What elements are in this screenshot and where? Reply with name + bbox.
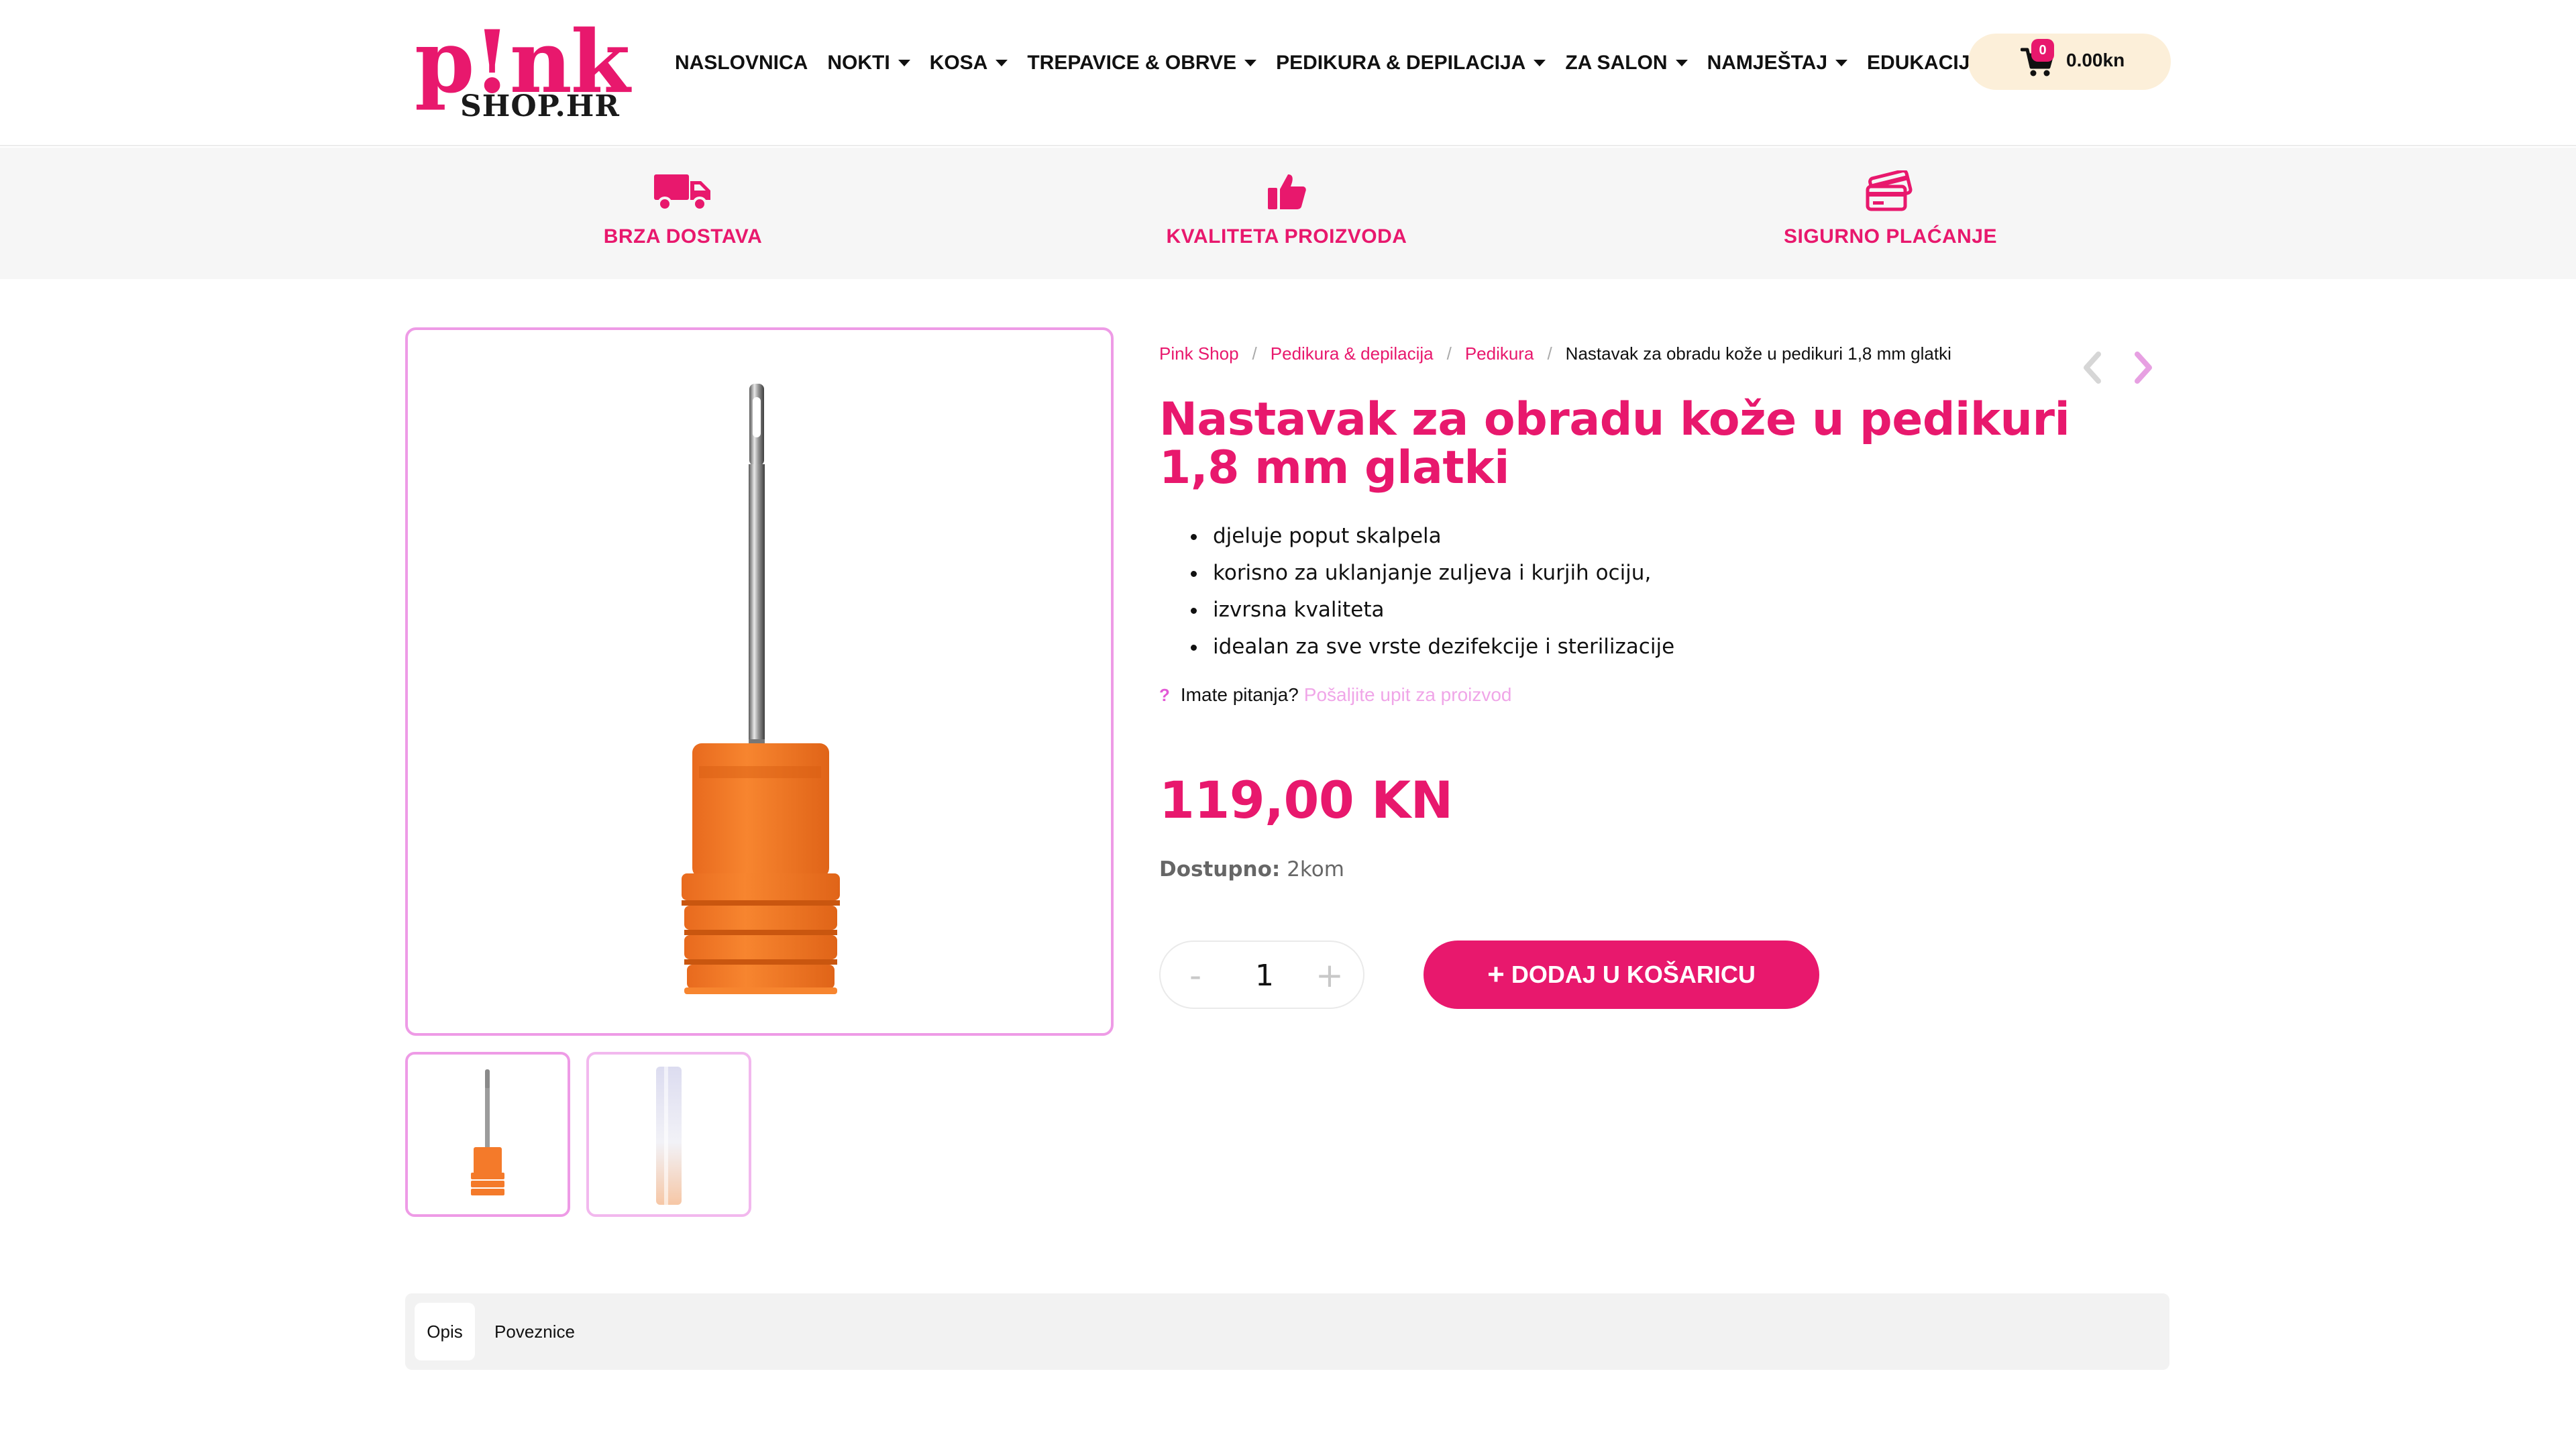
nail-drill-bit-image <box>682 384 840 994</box>
nav-item-label: KOSA <box>929 52 988 74</box>
nav-item-kosa[interactable]: KOSA <box>930 52 1008 74</box>
cart-total: 0.00kn <box>2066 50 2125 70</box>
inquiry-label: Imate pitanja? <box>1180 684 1299 705</box>
breadcrumb-separator: / <box>1252 343 1257 364</box>
truck-icon <box>654 174 710 211</box>
inquiry-link[interactable]: Pošaljite upit za proizvod <box>1304 684 1512 706</box>
product-title: Nastavak za obradu kože u pedikuri 1,8 m… <box>1159 393 2070 494</box>
nav-item-label: EDUKACIJE <box>1867 52 1984 74</box>
feature-label: KVALITETA PROIZVODA <box>1166 225 1407 248</box>
product-pager <box>2080 349 2156 386</box>
tab-description[interactable]: Opis <box>415 1303 475 1360</box>
product-main-image[interactable] <box>405 327 1114 1036</box>
increase-quantity-button[interactable]: + <box>1309 954 1350 997</box>
quantity-stepper: - + <box>1159 941 1364 1009</box>
product-inquiry: ? Imate pitanja? Pošaljite upit za proiz… <box>1159 684 1512 706</box>
credit-cards-icon <box>1866 170 1913 211</box>
stock-value: 2kom <box>1287 857 1344 881</box>
plus-icon: + <box>1487 958 1505 991</box>
breadcrumb-separator: / <box>1446 343 1452 364</box>
caret-down-icon <box>1835 60 1848 66</box>
tab-label: Poveznice <box>494 1321 575 1342</box>
nav-item-pedikura-depilacija[interactable]: PEDIKURA & DEPILACIJA <box>1276 52 1546 74</box>
cart-button[interactable]: 0 0.00kn <box>1968 34 2171 90</box>
list-item: djeluje poput skalpela <box>1208 518 1674 555</box>
features-strip: BRZA DOSTAVA KVALITETA PROIZVODA SIGURNO… <box>0 148 2576 279</box>
feature-label: BRZA DOSTAVA <box>603 225 763 248</box>
nav-item-naslovnica[interactable]: NASLOVNICA <box>675 52 808 74</box>
thumbs-up-icon <box>1268 174 1306 209</box>
breadcrumb-link-home[interactable]: Pink Shop <box>1159 343 1239 364</box>
tab-links[interactable]: Poveznice <box>484 1303 585 1360</box>
list-item: korisno za uklanjanje zuljeva i kurjih o… <box>1208 555 1674 592</box>
caret-down-icon <box>898 60 910 66</box>
feature-secure-payment: SIGURNO PLAĆANJE <box>1756 170 2025 248</box>
nav-item-label: PEDIKURA & DEPILACIJA <box>1276 52 1526 74</box>
next-product-icon[interactable] <box>2129 349 2156 386</box>
cart-count-badge: 0 <box>2031 39 2054 62</box>
caret-down-icon <box>1534 60 1546 66</box>
previous-product-icon[interactable] <box>2080 349 2106 386</box>
feature-fast-delivery: BRZA DOSTAVA <box>549 170 817 248</box>
caret-down-icon <box>1675 60 1688 66</box>
tab-label: Opis <box>427 1321 463 1342</box>
feature-product-quality: KVALITETA PROIZVODA <box>1152 170 1421 248</box>
breadcrumb: Pink Shop / Pedikura & depilacija / Pedi… <box>1159 343 1951 364</box>
add-to-cart-label: DODAJ U KOŠARICU <box>1511 961 1756 988</box>
breadcrumb-current: Nastavak za obradu kože u pedikuri 1,8 m… <box>1565 343 1951 364</box>
nav-item-label: TREPAVICE & OBRVE <box>1027 52 1237 74</box>
product-thumbnail-1[interactable] <box>405 1052 570 1217</box>
nav-item-label: NOKTI <box>827 52 890 74</box>
logo-subtitle: SHOP.HR <box>460 89 620 123</box>
list-item: izvrsna kvaliteta <box>1208 592 1674 629</box>
nail-drill-bit-thumbnail <box>471 1069 504 1195</box>
feature-label: SIGURNO PLAĆANJE <box>1783 225 1998 248</box>
stock-info: Dostupno: 2kom <box>1159 857 1344 881</box>
nav-item-nokti[interactable]: NOKTI <box>827 52 910 74</box>
stock-label: Dostupno: <box>1159 857 1281 881</box>
nav-item-label: ZA SALON <box>1565 52 1668 74</box>
decrease-quantity-button[interactable]: - <box>1175 954 1216 997</box>
breadcrumb-link-subcategory[interactable]: Pedikura <box>1465 343 1534 364</box>
list-item: idealan za sve vrste dezifekcije i steri… <box>1208 629 1674 665</box>
caret-down-icon <box>1244 60 1257 66</box>
site-logo[interactable]: p!nk SHOP.HR <box>415 12 630 126</box>
add-to-cart-button[interactable]: + DODAJ U KOŠARICU <box>1424 941 1819 1009</box>
product-price: 119,00 KN <box>1159 770 1453 830</box>
question-icon: ? <box>1159 684 1170 705</box>
nav-item-label: NASLOVNICA <box>675 52 808 74</box>
breadcrumb-link-category[interactable]: Pedikura & depilacija <box>1271 343 1434 364</box>
product-tabs: Opis Poveznice <box>405 1293 2169 1370</box>
nav-item-za-salon[interactable]: ZA SALON <box>1565 52 1688 74</box>
product-thumbnail-2[interactable] <box>586 1052 751 1217</box>
caret-down-icon <box>996 60 1008 66</box>
nav-item-label: NAMJEŠTAJ <box>1707 52 1828 74</box>
quantity-input[interactable] <box>1234 955 1295 996</box>
main-nav: NASLOVNICA NOKTI KOSA TREPAVICE & OBRVE … <box>675 44 2023 82</box>
product-feature-list: djeluje poput skalpela korisno za uklanj… <box>1208 518 1674 665</box>
nav-item-namjestaj[interactable]: NAMJEŠTAJ <box>1707 52 1848 74</box>
breadcrumb-separator: / <box>1547 343 1552 364</box>
nav-item-trepavice-obrve[interactable]: TREPAVICE & OBRVE <box>1027 52 1257 74</box>
site-header: p!nk SHOP.HR NASLOVNICA NOKTI KOSA TREPA… <box>0 0 2576 146</box>
packaging-tube-thumbnail <box>656 1067 682 1205</box>
